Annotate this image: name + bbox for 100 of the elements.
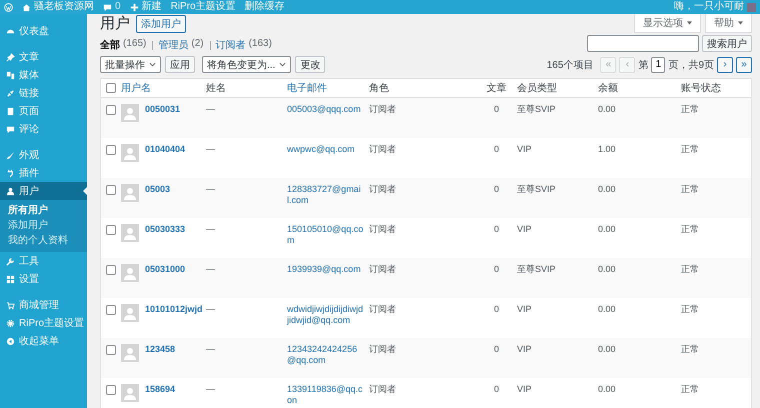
- table-cell: 0: [494, 384, 499, 394]
- screen-tab-button[interactable]: 帮助: [705, 14, 752, 33]
- back-icon: [6, 336, 15, 346]
- table-cell: 正常: [681, 264, 699, 274]
- username-link[interactable]: 05031000: [145, 264, 186, 275]
- table-cell: —: [206, 144, 215, 154]
- username-link[interactable]: 05030333: [145, 224, 186, 235]
- link-icon: [6, 88, 15, 98]
- home-icon[interactable]: [22, 2, 31, 12]
- table-cell: VIP: [517, 224, 532, 234]
- search-users-button[interactable]: 搜索用户: [702, 35, 752, 52]
- sidebar-item[interactable]: 外观: [0, 146, 87, 164]
- table-cell: —: [206, 384, 215, 394]
- email-link[interactable]: 1939939@qq.com: [287, 264, 369, 275]
- filter-link[interactable]: 管理员: [158, 38, 188, 52]
- role-select[interactable]: 将角色变更为...: [202, 56, 292, 73]
- table-cell: —: [206, 224, 215, 234]
- comment-icon[interactable]: [103, 2, 112, 12]
- email-link[interactable]: 12343242424256@qq.com: [287, 344, 369, 366]
- avatar-placeholder[interactable]: [747, 2, 756, 12]
- sidebar-item[interactable]: 设置: [0, 270, 87, 288]
- filter-link[interactable]: 订阅者: [216, 38, 246, 52]
- admin-bar-link[interactable]: RiPro主题设置: [170, 1, 236, 13]
- column-header: 账号状态: [681, 83, 721, 94]
- screen-tab-button[interactable]: 显示选项: [634, 14, 701, 33]
- row-checkbox[interactable]: [106, 305, 116, 315]
- email-link[interactable]: 005003@qqq.com: [287, 104, 369, 115]
- email-link[interactable]: wdwidjiwjdijdijdiwjdjidwjid@qq.com: [287, 304, 369, 326]
- sidebar-item[interactable]: 评论: [0, 120, 87, 138]
- sidebar-item[interactable]: 页面: [0, 102, 87, 120]
- apply-button[interactable]: 应用: [165, 56, 195, 73]
- search-field[interactable]: [587, 35, 699, 52]
- admin-bar-link[interactable]: 删除缓存: [244, 1, 285, 13]
- row-checkbox[interactable]: [106, 265, 116, 275]
- username-link[interactable]: 10101012jwjd: [145, 304, 203, 315]
- sidebar-item[interactable]: 商城管理: [0, 296, 87, 314]
- email-link[interactable]: 128383727@gmail.com: [287, 184, 369, 206]
- table-cell: 0: [494, 144, 499, 154]
- last-page-button[interactable]: »: [736, 56, 752, 72]
- username-link[interactable]: 0050031: [145, 104, 180, 115]
- table-cell: 订阅者: [369, 304, 396, 314]
- table-cell: 0: [494, 184, 499, 194]
- email-link[interactable]: 1339119836@qq.con: [287, 384, 369, 406]
- email-link[interactable]: wwpwc@qq.com: [287, 144, 369, 155]
- submenu-item[interactable]: 所有用户: [0, 203, 87, 218]
- sidebar-item[interactable]: 收起菜单: [0, 332, 87, 350]
- username-link[interactable]: 01040404: [145, 144, 186, 155]
- table-cell: 订阅者: [369, 184, 396, 194]
- plus-icon[interactable]: [130, 2, 139, 12]
- sidebar-item[interactable]: 文章: [0, 48, 87, 66]
- sidebar-item[interactable]: 插件: [0, 164, 87, 182]
- site-name-link[interactable]: 骚老板资源网: [34, 1, 94, 13]
- sidebar-item[interactable]: 媒体: [0, 66, 87, 84]
- table-cell: 0: [494, 264, 499, 274]
- page-title: 用户: [100, 14, 130, 33]
- column-header[interactable]: 电子邮件: [287, 83, 327, 94]
- select-all-checkbox[interactable]: [106, 83, 116, 93]
- change-button[interactable]: 更改: [295, 56, 326, 73]
- new-link[interactable]: 新建: [142, 1, 162, 13]
- wordpress-logo-icon[interactable]: [4, 2, 13, 12]
- row-checkbox[interactable]: [106, 185, 116, 195]
- sidebar-item[interactable]: 用户: [0, 182, 87, 200]
- caret-icon: [738, 21, 743, 25]
- next-page-button[interactable]: ›: [717, 56, 733, 72]
- add-user-button[interactable]: 添加用户: [136, 14, 186, 32]
- caret-icon: [687, 21, 692, 25]
- username-link[interactable]: 05003: [145, 184, 170, 195]
- row-checkbox[interactable]: [106, 385, 116, 395]
- chevron-icon: [279, 62, 286, 67]
- items-count: 165个项目: [546, 58, 594, 72]
- row-checkbox[interactable]: [106, 345, 116, 355]
- page-total: 页，共9页: [668, 58, 714, 72]
- filter-count: (2): [191, 38, 204, 51]
- table-cell: 0: [494, 104, 499, 114]
- row-checkbox[interactable]: [106, 105, 116, 115]
- row-checkbox[interactable]: [106, 145, 116, 155]
- bulk-action-select[interactable]: 批量操作: [100, 56, 161, 73]
- column-header: 姓名: [206, 83, 226, 94]
- column-header: 会员类型: [517, 83, 557, 94]
- sidebar-item[interactable]: 链接: [0, 84, 87, 102]
- column-header[interactable]: 用户名: [121, 81, 151, 95]
- username-link[interactable]: 123458: [145, 344, 176, 355]
- submenu-item[interactable]: 我的个人资料: [0, 233, 87, 248]
- submenu-item[interactable]: 添加用户: [0, 218, 87, 233]
- table-cell: 0.00: [598, 304, 616, 314]
- sidebar-item[interactable]: RiPro主题设置: [0, 314, 87, 332]
- username-link[interactable]: 158694: [145, 384, 176, 395]
- table-cell: 正常: [681, 224, 699, 234]
- row-checkbox[interactable]: [106, 225, 116, 235]
- table-cell: 订阅者: [369, 104, 396, 114]
- current-page-field[interactable]: 1: [651, 56, 666, 72]
- table-cell: VIP: [517, 344, 532, 354]
- email-link[interactable]: 150105010@qq.com: [287, 224, 369, 246]
- avatar-icon: [121, 264, 139, 282]
- sidebar-item[interactable]: 工具: [0, 252, 87, 270]
- table-cell: 0.00: [598, 224, 616, 234]
- greeting-text[interactable]: 嗨，一只小可耐: [674, 1, 744, 13]
- filter-link[interactable]: 全部: [100, 38, 120, 52]
- comment-icon: [6, 124, 15, 134]
- sidebar-item[interactable]: 仪表盘: [0, 22, 87, 40]
